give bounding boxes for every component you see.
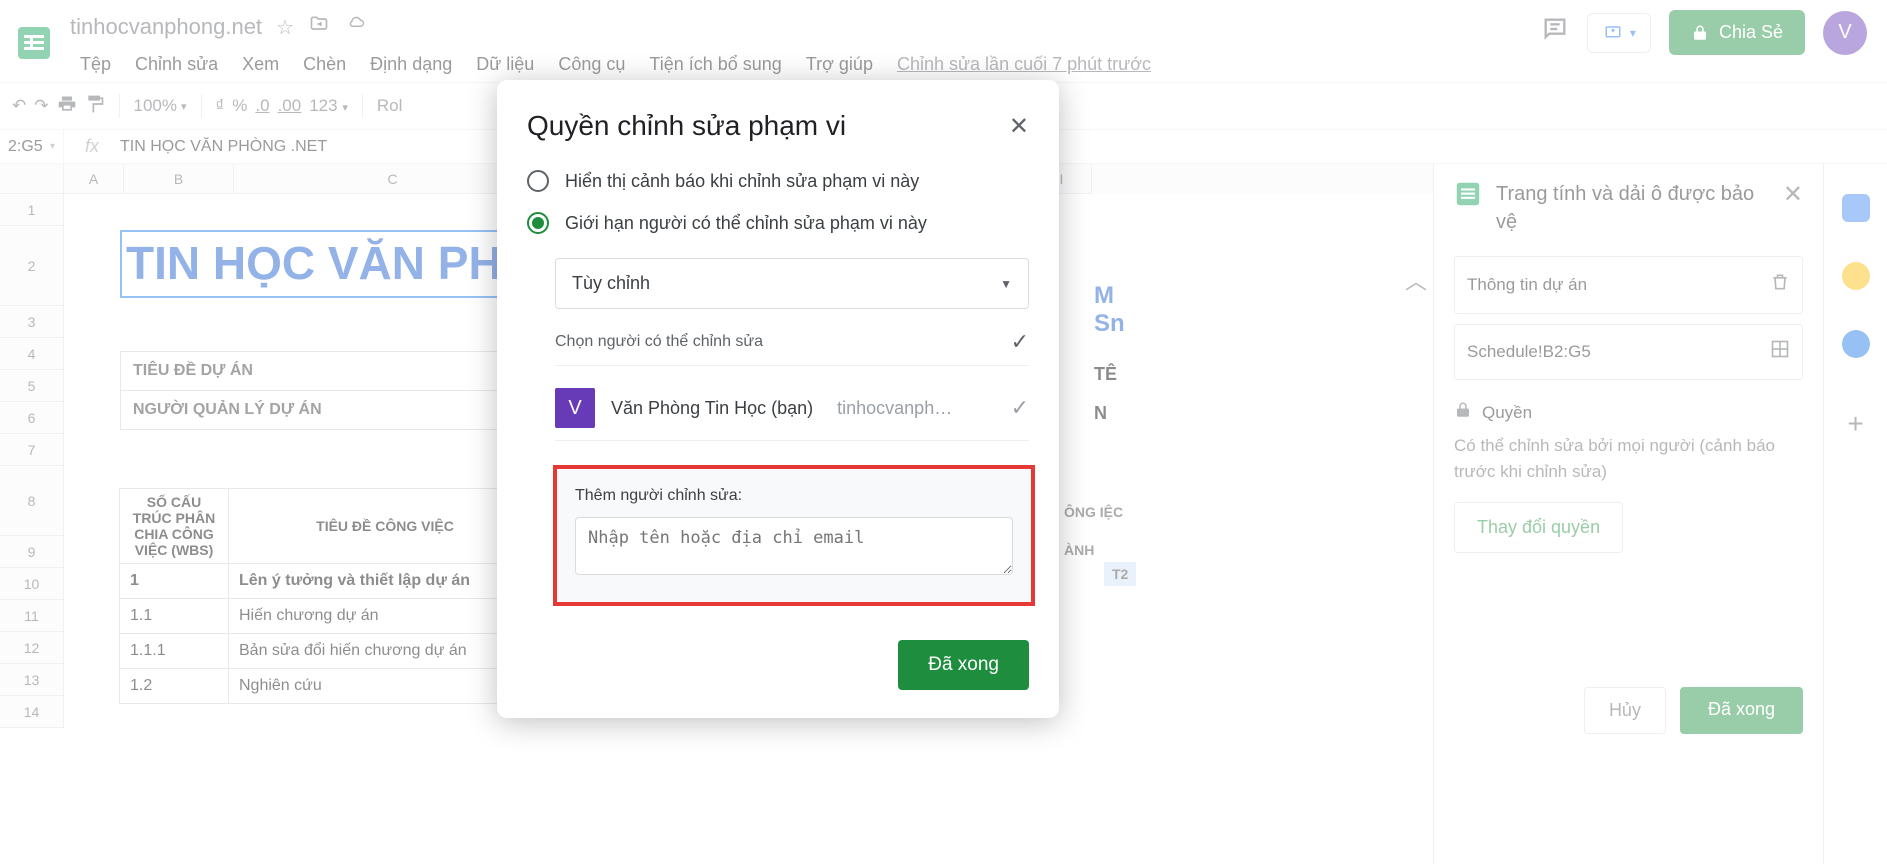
radio-checked-icon[interactable] xyxy=(527,212,549,234)
add-editors-section: Thêm người chỉnh sửa: xyxy=(553,465,1035,606)
option-show-warning[interactable]: Hiển thị cảnh báo khi chỉnh sửa phạm vi … xyxy=(497,160,1059,202)
add-editors-label: Thêm người chỉnh sửa: xyxy=(575,487,1013,505)
editor-name: Văn Phòng Tin Học (bạn) xyxy=(611,398,813,419)
edit-permissions-dialog: Quyền chỉnh sửa phạm vi ✕ Hiển thị cảnh … xyxy=(497,80,1059,718)
check-icon: ✓ xyxy=(1011,329,1029,355)
add-editors-input[interactable] xyxy=(575,517,1013,575)
restriction-dropdown[interactable]: Tùy chỉnh ▼ xyxy=(555,258,1029,309)
editor-avatar: V xyxy=(555,388,595,428)
option-restrict[interactable]: Giới hạn người có thể chỉnh sửa phạm vi … xyxy=(497,202,1059,244)
close-icon[interactable]: ✕ xyxy=(1009,112,1029,141)
editors-header[interactable]: Chọn người có thể chỉnh sửa ✓ xyxy=(555,329,1029,366)
chevron-down-icon: ▼ xyxy=(1000,277,1012,291)
radio-unchecked-icon[interactable] xyxy=(527,170,549,192)
editor-item[interactable]: V Văn Phòng Tin Học (bạn) tinhocvanph… ✓ xyxy=(555,376,1029,441)
editor-email: tinhocvanph… xyxy=(837,398,952,419)
dialog-title: Quyền chỉnh sửa phạm vi xyxy=(527,110,1009,142)
dialog-done-button[interactable]: Đã xong xyxy=(898,640,1029,690)
check-icon: ✓ xyxy=(1011,395,1029,421)
